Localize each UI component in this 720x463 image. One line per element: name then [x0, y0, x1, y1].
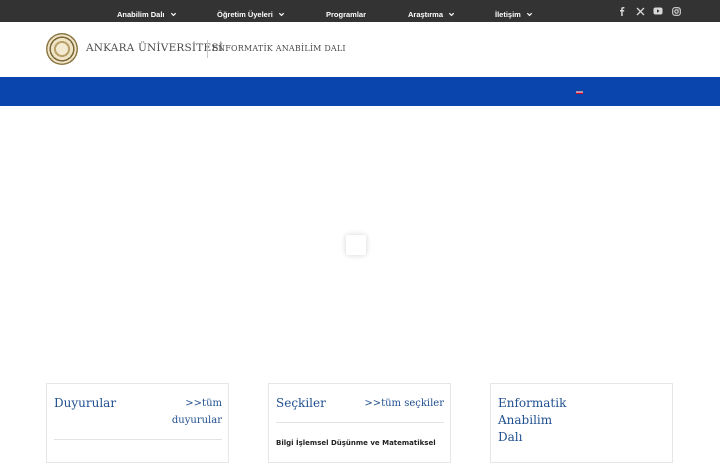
nav-item-label: Anabilim Dalı — [117, 10, 165, 19]
chevron-down-icon — [170, 12, 176, 17]
facebook-icon[interactable] — [614, 0, 630, 22]
site-header: ANKARA ÜNİVERSİTESİ ENFORMATİK ANABİLİM … — [0, 22, 720, 77]
nav-item-arastirma[interactable]: Araştırma — [408, 0, 455, 29]
nav-item-programlar[interactable]: Programlar — [326, 0, 366, 29]
highlight-item-link[interactable]: Bilgi İşlemsel Düşünme ve Matematiksel — [276, 439, 436, 447]
card-title: Enformatik Anabilim Dalı — [498, 396, 567, 444]
department-card: Enformatik Anabilim Dalı — [490, 383, 673, 463]
department-name[interactable]: ENFORMATİK ANABİLİM DALI — [212, 44, 346, 53]
header-divider — [207, 40, 208, 58]
nav-item-anabilim-dali[interactable]: Anabilim Dalı — [117, 0, 177, 29]
nav-item-label: İletişim — [495, 10, 521, 19]
chevron-down-icon — [278, 12, 284, 17]
announcements-card: Duyurular >>tüm duyurular — [46, 383, 229, 463]
card-divider — [276, 422, 444, 423]
chevron-down-icon — [448, 12, 455, 17]
loading-spinner-icon — [346, 235, 366, 255]
card-title: Duyurular — [54, 396, 117, 410]
main-navigation — [0, 77, 720, 106]
youtube-icon[interactable] — [650, 0, 666, 22]
instagram-icon[interactable] — [668, 0, 684, 22]
nav-item-label: Programlar — [326, 10, 367, 19]
card-divider — [54, 439, 222, 440]
nav-item-ogretim-uyeleri[interactable]: Öğretim Üyeleri — [217, 0, 285, 29]
all-highlights-link[interactable]: >>tüm seçkiler — [354, 395, 444, 412]
university-name[interactable]: ANKARA ÜNİVERSİTESİ — [86, 42, 223, 54]
card-title: Seçkiler — [276, 396, 326, 410]
chevron-down-icon — [526, 12, 532, 17]
all-announcements-link[interactable]: >>tüm duyurular — [158, 395, 222, 429]
nav-item-label: Araştırma — [408, 10, 444, 19]
nav-item-label: Öğretim Üyeleri — [217, 10, 273, 19]
english-flag-icon[interactable] — [576, 90, 583, 94]
x-icon[interactable] — [632, 0, 648, 22]
highlights-card: Seçkiler >>tüm seçkiler Bilgi İşlemsel D… — [268, 383, 451, 463]
university-logo-icon[interactable] — [46, 33, 78, 65]
nav-item-iletisim[interactable]: İletişim — [495, 0, 533, 29]
